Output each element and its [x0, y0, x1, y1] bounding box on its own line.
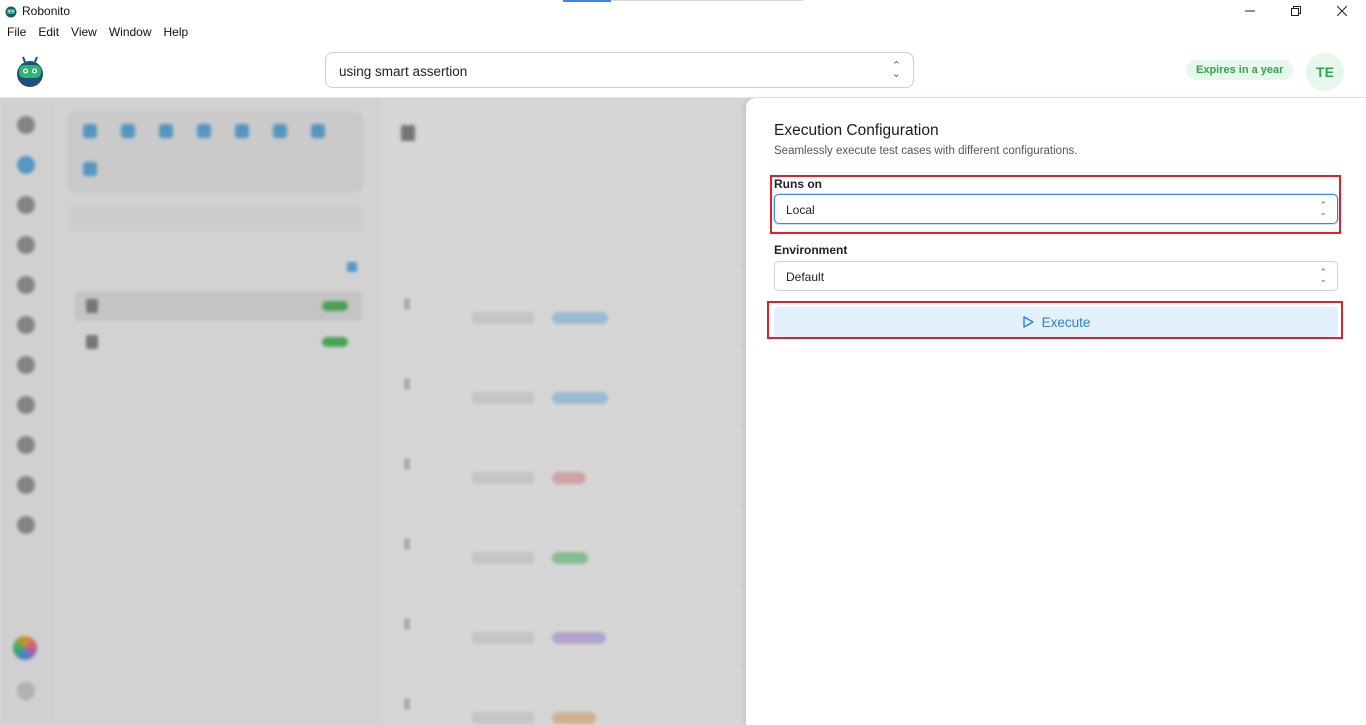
close-button[interactable] — [1319, 0, 1365, 22]
environment-value: Default — [786, 270, 825, 284]
project-select-value: using smart assertion — [339, 64, 468, 79]
runs-on-value: Local — [786, 203, 815, 217]
title-bar: Robonito — [0, 0, 1366, 22]
project-select[interactable]: using smart assertion ⌃ ⌄ — [325, 52, 914, 88]
execute-button[interactable]: Execute — [774, 307, 1338, 337]
menu-help[interactable]: Help — [158, 22, 195, 42]
robonito-logo[interactable] — [13, 54, 47, 88]
close-icon — [1337, 6, 1347, 16]
chevron-up-down-icon: ⌃ ⌄ — [891, 60, 901, 80]
menu-file[interactable]: File — [0, 22, 32, 42]
subscription-badge: Expires in a year — [1186, 60, 1294, 80]
window-title: Robonito — [22, 4, 71, 18]
execute-label: Execute — [1041, 314, 1091, 330]
chevron-up-down-icon: ⌃ ⌄ — [1319, 200, 1327, 217]
robonito-app-icon — [5, 6, 17, 18]
minimize-button[interactable] — [1227, 0, 1273, 22]
execution-config-panel: Execution Configuration Seamlessly execu… — [746, 98, 1366, 725]
restore-icon — [1291, 6, 1301, 16]
loading-track — [611, 0, 803, 1]
panel-subtitle: Seamlessly execute test cases with diffe… — [774, 145, 1078, 157]
chevron-up-down-icon: ⌃ ⌄ — [1319, 267, 1327, 284]
environment-label: Environment — [774, 243, 848, 257]
menu-bar: File Edit View Window Help — [0, 22, 194, 42]
panel-title: Execution Configuration — [774, 122, 939, 139]
app-header: using smart assertion ⌃ ⌄ Expires in a ye… — [0, 42, 1366, 98]
loading-indicator — [563, 0, 611, 2]
menu-view[interactable]: View — [65, 22, 103, 42]
environment-select[interactable]: Default ⌃ ⌄ — [774, 261, 1338, 291]
restore-button[interactable] — [1273, 0, 1319, 22]
minimize-icon — [1245, 10, 1255, 12]
user-avatar[interactable]: TE — [1306, 53, 1344, 91]
runs-on-select[interactable]: Local ⌃ ⌄ — [774, 194, 1338, 224]
menu-edit[interactable]: Edit — [32, 22, 65, 42]
runs-on-label: Runs on — [774, 177, 822, 191]
menu-window[interactable]: Window — [103, 22, 158, 42]
play-icon — [1022, 316, 1034, 328]
